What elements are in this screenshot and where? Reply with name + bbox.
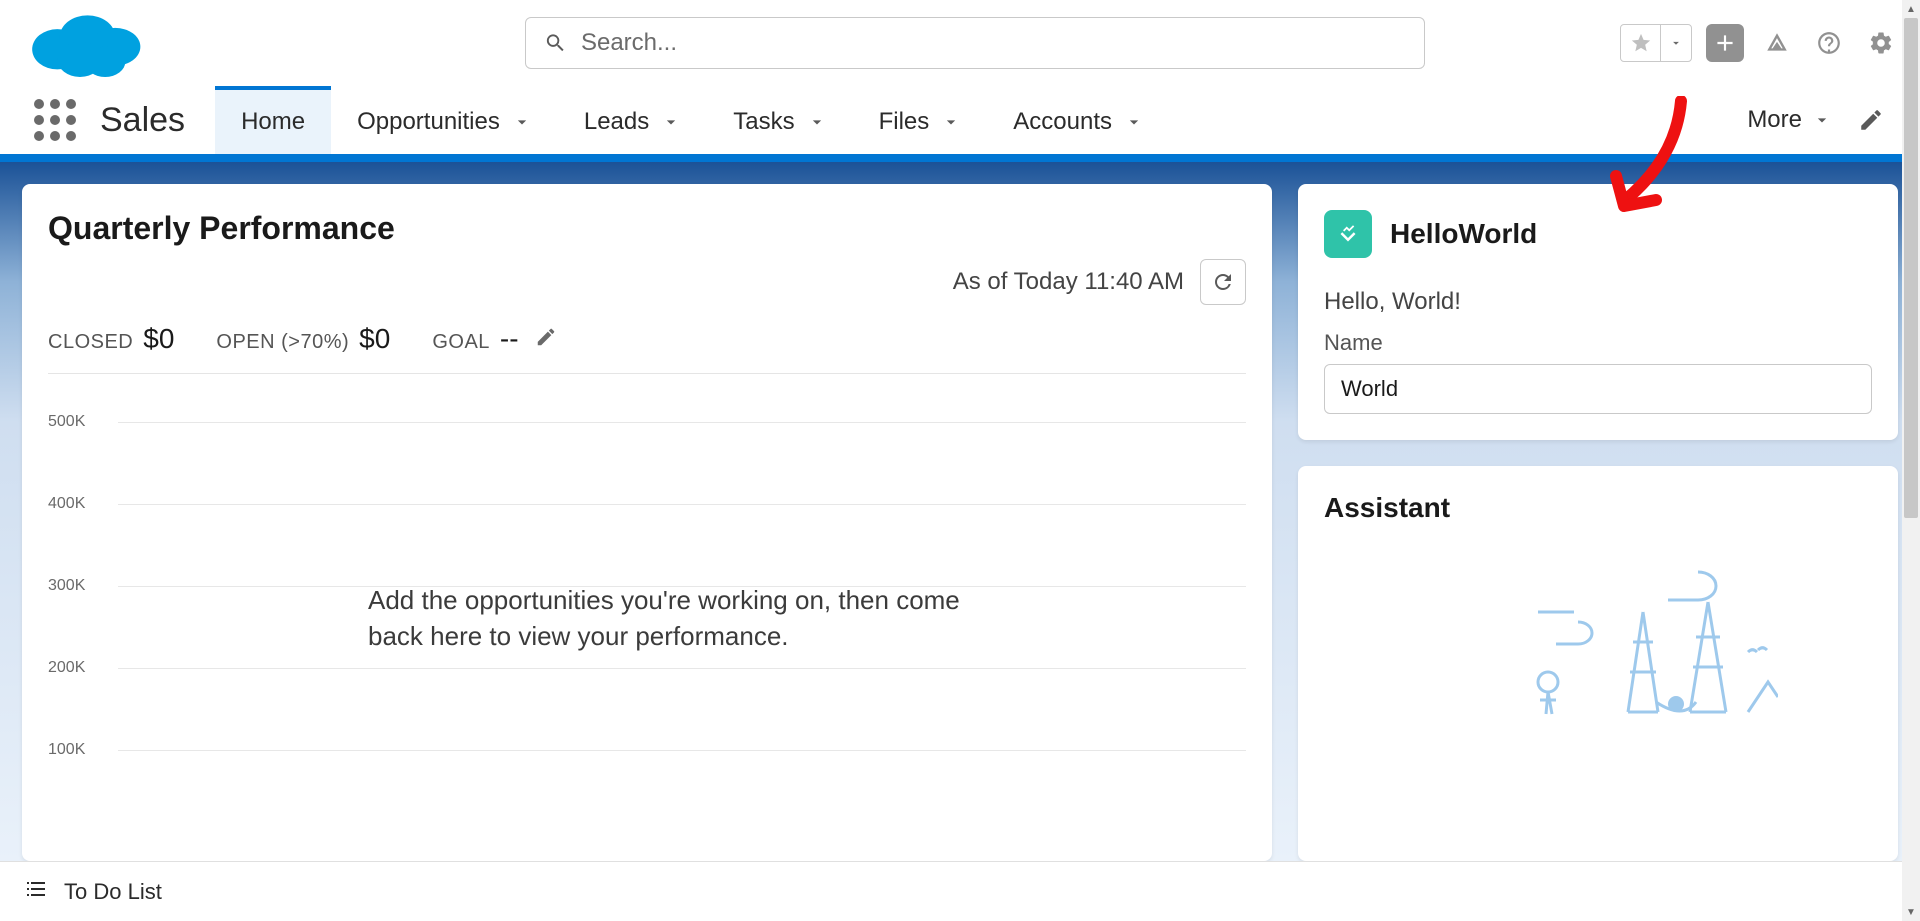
nav-items: Home Opportunities Leads Tasks Files Acc…: [215, 86, 1170, 154]
plus-icon: [1712, 30, 1738, 56]
scrollbar-thumb[interactable]: [1904, 18, 1918, 518]
nav-item-label: Accounts: [1013, 108, 1112, 136]
setup-button[interactable]: [1862, 24, 1900, 62]
quarterly-performance-card: Quarterly Performance As of Today 11:40 …: [22, 184, 1272, 861]
global-search[interactable]: [525, 17, 1425, 69]
grid-line: [118, 750, 1246, 751]
gear-icon: [1868, 30, 1894, 56]
handshake-icon: [1333, 219, 1363, 249]
help-button[interactable]: [1810, 24, 1848, 62]
favorites-dropdown[interactable]: [1661, 25, 1691, 61]
nav-item-label: Home: [241, 108, 305, 136]
chevron-down-icon[interactable]: [941, 112, 961, 132]
chevron-down-icon[interactable]: [661, 112, 681, 132]
grid-line: [118, 668, 1246, 669]
scroll-up-icon[interactable]: ▲: [1902, 0, 1920, 18]
global-search-container: [525, 17, 1425, 69]
helloworld-card: HelloWorld Hello, World! Name: [1298, 184, 1898, 440]
quarterly-title: Quarterly Performance: [48, 210, 1246, 247]
app-name: Sales: [100, 101, 185, 140]
scroll-down-icon[interactable]: ▼: [1902, 903, 1920, 921]
metric-value: $0: [143, 323, 174, 355]
assistant-title: Assistant: [1324, 492, 1872, 524]
global-actions: [1620, 24, 1900, 62]
helloworld-greeting: Hello, World!: [1324, 288, 1872, 316]
caret-down-icon: [1812, 110, 1832, 130]
metric-label: GOAL: [432, 331, 490, 354]
nav-item-label: Leads: [584, 108, 649, 136]
metric-closed: CLOSED $0: [48, 323, 174, 355]
star-icon: [1630, 32, 1652, 54]
nav-item-label: Opportunities: [357, 108, 500, 136]
metric-open: OPEN (>70%) $0: [216, 323, 390, 355]
nav-item-leads[interactable]: Leads: [558, 86, 707, 154]
nav-item-label: Files: [879, 108, 930, 136]
vertical-scrollbar[interactable]: ▲ ▼: [1902, 0, 1920, 921]
grid-line: [118, 422, 1246, 423]
metric-label: OPEN (>70%): [216, 331, 349, 354]
global-create-button[interactable]: [1706, 24, 1744, 62]
global-search-input[interactable]: [581, 29, 1406, 57]
edit-nav-button[interactable]: [1852, 101, 1890, 139]
refresh-icon: [1211, 270, 1235, 294]
nav-item-tasks[interactable]: Tasks: [707, 86, 852, 154]
assistant-card: Assistant: [1298, 466, 1898, 861]
nav-item-home[interactable]: Home: [215, 86, 331, 154]
question-icon: [1816, 30, 1842, 56]
chevron-down-icon[interactable]: [1124, 112, 1144, 132]
name-input[interactable]: [1324, 364, 1872, 414]
global-header: [0, 0, 1920, 86]
page-content: Quarterly Performance As of Today 11:40 …: [0, 162, 1920, 861]
metric-value: --: [500, 323, 519, 355]
app-launcher-icon[interactable]: [30, 95, 80, 145]
todo-list-icon[interactable]: [24, 877, 48, 906]
trailhead-button[interactable]: [1758, 24, 1796, 62]
checklist-icon: [24, 877, 48, 901]
nav-item-label: More: [1747, 106, 1802, 134]
favorite-button[interactable]: [1621, 25, 1661, 61]
chevron-down-icon: [1669, 36, 1683, 50]
grid-line: [118, 504, 1246, 505]
metric-value: $0: [359, 323, 390, 355]
refresh-button[interactable]: [1200, 259, 1246, 305]
nav-item-more[interactable]: More: [1747, 106, 1832, 134]
utility-bar: To Do List: [0, 861, 1920, 921]
y-tick-label: 500K: [48, 413, 85, 431]
nav-item-label: Tasks: [733, 108, 794, 136]
assistant-illustration: [1324, 542, 1872, 722]
metric-label: CLOSED: [48, 331, 133, 354]
chart-empty-message: Add the opportunities you're working on,…: [368, 582, 988, 655]
as-of-text: As of Today 11:40 AM: [953, 268, 1184, 296]
nav-item-accounts[interactable]: Accounts: [987, 86, 1170, 154]
helloworld-app-icon: [1324, 210, 1372, 258]
chevron-down-icon[interactable]: [807, 112, 827, 132]
pencil-icon: [535, 326, 557, 348]
pencil-icon: [1858, 107, 1884, 133]
favorites-combo[interactable]: [1620, 24, 1692, 62]
metrics-row: CLOSED $0 OPEN (>70%) $0 GOAL --: [48, 323, 1246, 374]
chevron-down-icon[interactable]: [512, 112, 532, 132]
helloworld-title: HelloWorld: [1390, 218, 1537, 250]
search-icon: [544, 31, 567, 55]
name-field-label: Name: [1324, 330, 1872, 356]
nav-item-opportunities[interactable]: Opportunities: [331, 86, 558, 154]
app-nav: Sales Home Opportunities Leads Tasks Fil…: [0, 86, 1920, 154]
nav-divider: [0, 154, 1920, 162]
salesforce-logo: [20, 4, 150, 82]
y-tick-label: 400K: [48, 495, 85, 513]
nav-item-files[interactable]: Files: [853, 86, 988, 154]
metric-goal: GOAL --: [432, 323, 556, 355]
y-tick-label: 200K: [48, 659, 85, 677]
performance-chart: 500K 400K 300K 200K 100K Add the opportu…: [48, 392, 1246, 835]
y-tick-label: 100K: [48, 741, 85, 759]
todo-list-button[interactable]: To Do List: [64, 879, 162, 905]
trailhead-icon: [1764, 30, 1790, 56]
edit-goal-button[interactable]: [535, 326, 557, 348]
y-tick-label: 300K: [48, 577, 85, 595]
